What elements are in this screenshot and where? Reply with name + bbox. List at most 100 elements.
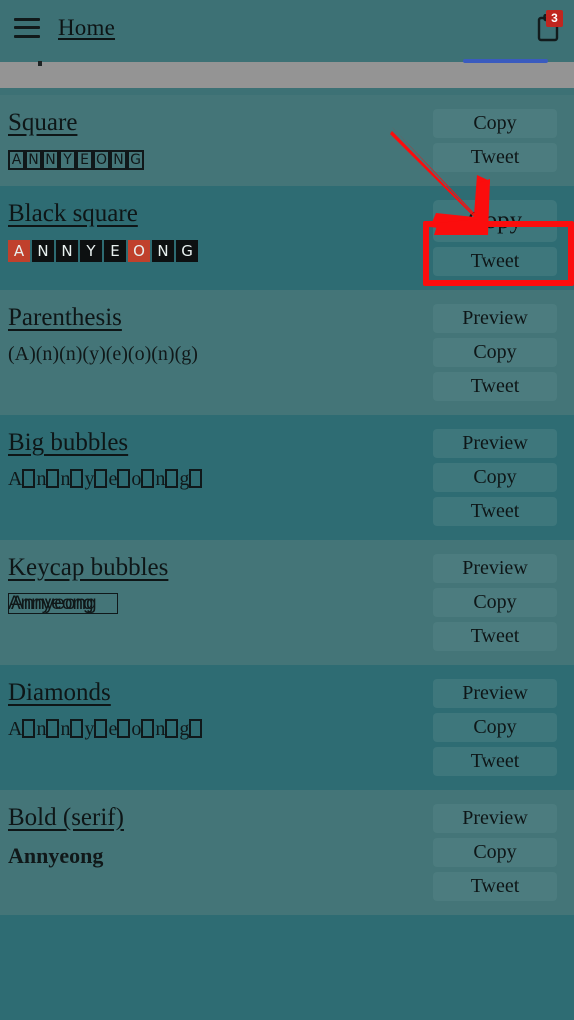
app-header: Home 3 [0,0,574,55]
style-preview-parenthesis: (A)(n)(n)(y)(e)(o)(n)(g) [8,342,433,367]
missing-glyph-box [22,718,36,738]
sample-letter: n [60,467,71,490]
copy-button[interactable]: Copy [433,713,557,742]
hamburger-bar [14,34,40,38]
sample-letter: n [155,717,166,740]
sample-letter: e [108,467,118,490]
sample-char: N [152,240,174,263]
sample-char: G [127,150,144,171]
sample-letter: o [131,717,142,740]
grey-overlay-bar [0,62,574,88]
style-row-big-bubbles: Big bubbles Annyeong Preview Copy Tweet [0,415,574,540]
missing-glyph-box [94,718,108,738]
clipped-text-fragment [38,61,42,66]
style-title-black-square[interactable]: Black square [8,200,138,229]
sample-letter: e [108,717,118,740]
home-link[interactable]: Home [58,15,115,41]
sample-char: N [110,150,127,171]
sample-letter: o [131,467,142,490]
missing-glyph-box [189,718,203,738]
row-actions: Copy Tweet [433,200,557,276]
sample-letter: n [36,717,47,740]
sample-letter: A [8,717,23,740]
copy-button[interactable]: Copy [433,463,557,492]
sample-letter: n [36,467,47,490]
row-content: Diamonds Annyeong [0,679,433,742]
clipboard-button[interactable]: 3 [520,9,563,45]
sample-char: Y [59,150,76,171]
sample-char: N [56,240,78,263]
style-title-square[interactable]: Square [8,109,77,138]
copy-button[interactable]: Copy [433,109,557,138]
missing-glyph-box [141,468,155,488]
row-content: Square ANNYEONG [0,109,433,172]
copy-button[interactable]: Copy [433,838,557,867]
sample-char: E [104,240,126,263]
hamburger-menu-icon[interactable] [14,17,40,38]
tweet-button[interactable]: Tweet [433,143,557,172]
sample-char: E [76,150,93,171]
tweet-button[interactable]: Tweet [433,622,557,651]
row-content: Bold (serif) Annyeong [0,804,433,869]
missing-glyph-box [46,468,60,488]
style-title-keycap-bubbles[interactable]: Keycap bubbles [8,554,168,583]
copy-button[interactable]: Copy [433,200,557,242]
row-actions: Preview Copy Tweet [433,429,557,526]
preview-button[interactable]: Preview [433,679,557,708]
copy-button[interactable]: Copy [433,338,557,367]
style-title-parenthesis[interactable]: Parenthesis [8,304,122,333]
sample-letter: y [84,717,95,740]
row-content: Big bubbles Annyeong [0,429,433,492]
preview-button[interactable]: Preview [433,304,557,333]
sample-char: Y [80,240,102,263]
row-content: Keycap bubbles Annyeong Annyeong [0,554,433,618]
style-preview-black-square: ANNYEONG [8,238,433,263]
tweet-button[interactable]: Tweet [433,747,557,776]
tweet-button[interactable]: Tweet [433,872,557,901]
row-content: Black square ANNYEONG [0,200,433,263]
missing-glyph-box [117,468,131,488]
sample-letter: g [179,717,190,740]
preview-button[interactable]: Preview [433,554,557,583]
missing-glyph-box [70,718,84,738]
tweet-button[interactable]: Tweet [433,247,557,276]
style-preview-keycap-bubbles: Annyeong Annyeong [8,592,433,618]
missing-glyph-box [165,468,179,488]
sample-char: N [42,150,59,171]
sample-char: N [32,240,54,263]
style-title-diamonds[interactable]: Diamonds [8,679,111,708]
style-title-bold-serif[interactable]: Bold (serif) [8,804,124,833]
row-actions: Preview Copy Tweet [433,679,557,776]
style-row-bold-serif: Bold (serif) Annyeong Preview Copy Tweet [0,790,574,915]
tweet-button[interactable]: Tweet [433,372,557,401]
blue-underline-fragment [463,59,548,63]
missing-glyph-box [22,468,36,488]
sample-text: (A)(n)(n)(y)(e)(o)(n)(g) [8,342,198,365]
sample-char: N [25,150,42,171]
sample-text-overlap: Annyeong [11,592,97,614]
sample-char: O [93,150,110,171]
sample-char: G [176,240,198,263]
row-actions: Preview Copy Tweet [433,304,557,401]
style-title-big-bubbles[interactable]: Big bubbles [8,429,128,458]
style-preview-bold-serif: Annyeong [8,842,433,870]
sample-letter: y [84,467,95,490]
sample-char: A [8,240,30,263]
missing-glyph-box [189,468,203,488]
hamburger-bar [14,26,40,29]
missing-glyph-box [141,718,155,738]
preview-button[interactable]: Preview [433,804,557,833]
hamburger-bar [14,17,40,21]
sample-letter: n [60,717,71,740]
row-actions: Preview Copy Tweet [433,804,557,901]
preview-button[interactable]: Preview [433,429,557,458]
sample-letter: n [155,467,166,490]
missing-glyph-box [165,718,179,738]
tweet-button[interactable]: Tweet [433,497,557,526]
style-preview-diamonds: Annyeong [8,717,433,742]
style-row-square: Square ANNYEONG Copy Tweet [0,95,574,186]
missing-glyph-box [117,718,131,738]
style-list[interactable]: Square ANNYEONG Copy Tweet Black square … [0,55,574,1020]
copy-button[interactable]: Copy [433,588,557,617]
style-preview-big-bubbles: Annyeong [8,467,433,492]
